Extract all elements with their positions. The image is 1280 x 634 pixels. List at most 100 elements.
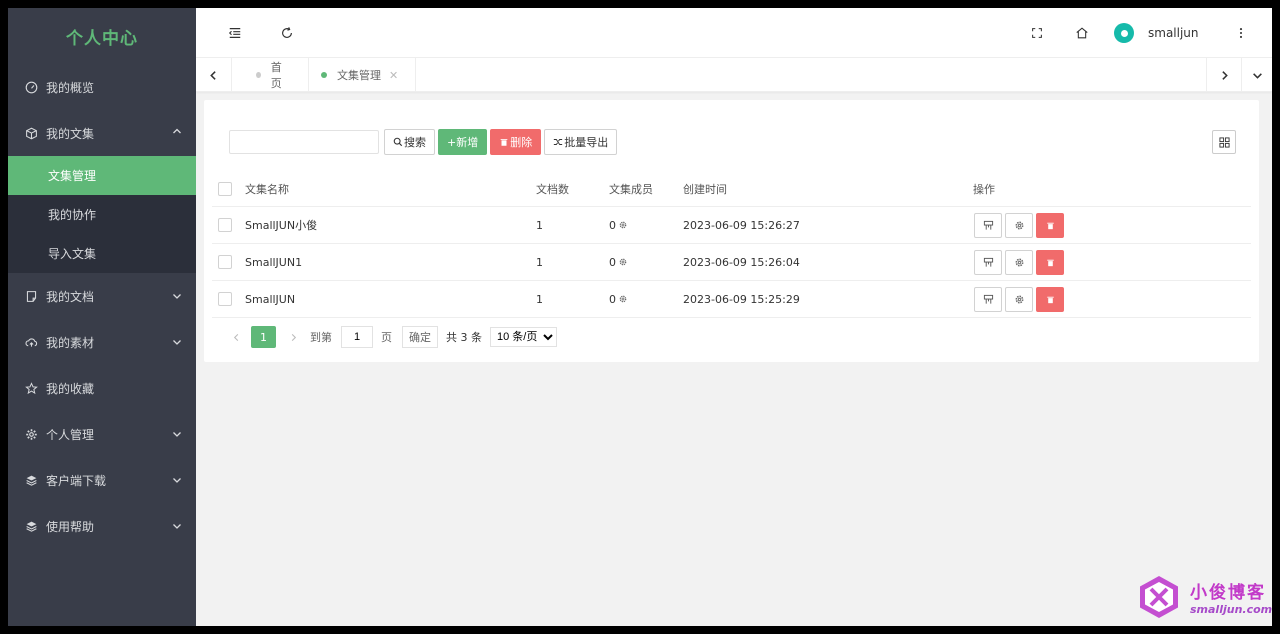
menu-toggle-button[interactable] (225, 23, 245, 43)
doc-count: 1 (536, 207, 543, 243)
row-actions (974, 207, 1067, 243)
gear-icon[interactable] (616, 294, 628, 304)
refresh-button[interactable] (277, 23, 297, 43)
delete-row-button[interactable] (1036, 213, 1064, 238)
sidebar-item-collections[interactable]: 我的文集 (8, 110, 196, 156)
edit-icon (983, 220, 994, 231)
tab-collection-manage[interactable]: 文集管理 ✕ (309, 58, 416, 92)
chevron-down-icon (172, 520, 182, 530)
sidebar-item-label: 我的文集 (46, 125, 94, 142)
sidebar-item-client-download[interactable]: 客户端下载 (8, 457, 196, 503)
sidebar-item-label: 使用帮助 (46, 518, 94, 535)
search-icon (393, 137, 404, 147)
sidebar-item-personal[interactable]: 个人管理 (8, 411, 196, 457)
sidebar: 个人中心 我的概览 我的文集 文集管理 我的协作 导入文集 我的文 (8, 8, 196, 626)
sidebar-item-documents[interactable]: 我的文档 (8, 273, 196, 319)
gear-icon[interactable] (616, 257, 628, 267)
user-menu[interactable]: smalljun (1114, 22, 1199, 44)
table-row: SmallJUN1 1 0 2023-06-09 15:26:04 (212, 244, 1251, 281)
tab-dot (256, 72, 261, 78)
settings-button[interactable] (1005, 213, 1033, 238)
sidebar-subitem-collaboration[interactable]: 我的协作 (8, 195, 196, 234)
row-checkbox[interactable] (218, 218, 232, 232)
edit-button[interactable] (974, 287, 1002, 312)
sidebar-item-label: 我的文档 (46, 288, 94, 305)
gear-icon[interactable] (616, 220, 628, 230)
delete-button[interactable]: 删除 (490, 129, 541, 155)
search-button-label: 搜索 (404, 134, 426, 150)
member-cell: 0 (609, 244, 628, 280)
collection-name: SmallJUN1 (245, 244, 302, 280)
created-time: 2023-06-09 15:25:29 (683, 281, 800, 317)
username: smalljun (1148, 26, 1199, 40)
tab-scroll-left-button[interactable] (196, 58, 232, 92)
trash-icon (1045, 220, 1056, 231)
add-button[interactable]: +新增 (438, 129, 487, 155)
chevron-right-icon (1219, 70, 1230, 81)
trash-icon (499, 137, 510, 147)
row-checkbox[interactable] (218, 255, 232, 269)
tab-menu-button[interactable] (1242, 58, 1272, 92)
settings-button[interactable] (1005, 287, 1033, 312)
page-size-select[interactable]: 10 条/页 (490, 327, 557, 347)
sidebar-item-label: 我的概览 (46, 79, 94, 96)
sidebar-subitem-collection-manage[interactable]: 文集管理 (8, 156, 196, 195)
fullscreen-button[interactable] (1027, 23, 1047, 43)
row-actions (974, 281, 1067, 317)
fullscreen-icon (1030, 26, 1044, 40)
more-vertical-icon (1234, 26, 1248, 40)
batch-export-label: 批量导出 (564, 134, 608, 150)
dashboard-icon (24, 80, 38, 94)
next-page-button[interactable] (286, 333, 300, 342)
home-button[interactable] (1072, 23, 1092, 43)
sidebar-subitem-import[interactable]: 导入文集 (8, 234, 196, 273)
sidebar-item-materials[interactable]: 我的素材 (8, 319, 196, 365)
goto-confirm-button[interactable]: 确定 (402, 326, 438, 348)
column-header-actions: 操作 (973, 172, 995, 206)
edit-button[interactable] (974, 213, 1002, 238)
trash-icon (1045, 294, 1056, 305)
current-page[interactable]: 1 (251, 326, 276, 348)
trash-icon (1045, 257, 1056, 268)
member-count: 0 (609, 293, 616, 306)
sidebar-item-overview[interactable]: 我的概览 (8, 64, 196, 110)
sidebar-item-label: 我的素材 (46, 334, 94, 351)
column-filter-button[interactable] (1212, 130, 1236, 154)
table-row: SmallJUN 1 0 2023-06-09 15:25:29 (212, 281, 1251, 318)
grid-icon (1219, 137, 1230, 148)
delete-row-button[interactable] (1036, 287, 1064, 312)
tab-close-icon[interactable]: ✕ (389, 69, 398, 82)
more-button[interactable] (1231, 23, 1251, 43)
sidebar-item-help[interactable]: 使用帮助 (8, 503, 196, 549)
tab-scroll-right-button[interactable] (1206, 58, 1242, 92)
doc-count: 1 (536, 281, 543, 317)
delete-row-button[interactable] (1036, 250, 1064, 275)
chevron-down-icon (172, 290, 182, 300)
row-checkbox[interactable] (218, 292, 232, 306)
collection-name: SmallJUN小俊 (245, 207, 317, 243)
batch-export-button[interactable]: 批量导出 (544, 129, 617, 155)
sidebar-item-label: 我的收藏 (46, 380, 94, 397)
tab-home[interactable]: 首页 (232, 58, 309, 92)
settings-button[interactable] (1005, 250, 1033, 275)
sidebar-item-favorites[interactable]: 我的收藏 (8, 365, 196, 411)
search-input[interactable] (229, 130, 379, 154)
app-window: 个人中心 我的概览 我的文集 文集管理 我的协作 导入文集 我的文 (8, 8, 1272, 626)
chevron-up-icon (172, 125, 182, 135)
tab-dot (321, 72, 327, 78)
gear-icon (1014, 294, 1025, 305)
select-all-checkbox[interactable] (218, 182, 232, 196)
goto-label: 到第 (310, 329, 332, 345)
goto-page-input[interactable] (341, 326, 373, 348)
collection-name: SmallJUN (245, 281, 295, 317)
watermark-url: smalljun.com (1190, 603, 1272, 616)
edit-button[interactable] (974, 250, 1002, 275)
chevron-down-icon (172, 336, 182, 346)
avatar (1114, 23, 1134, 43)
gear-icon (1014, 257, 1025, 268)
search-button[interactable]: 搜索 (384, 129, 435, 155)
chevron-down-icon (172, 474, 182, 484)
add-button-label: +新增 (447, 134, 478, 150)
column-header-members: 文集成员 (609, 172, 653, 206)
prev-page-button[interactable] (229, 333, 243, 342)
